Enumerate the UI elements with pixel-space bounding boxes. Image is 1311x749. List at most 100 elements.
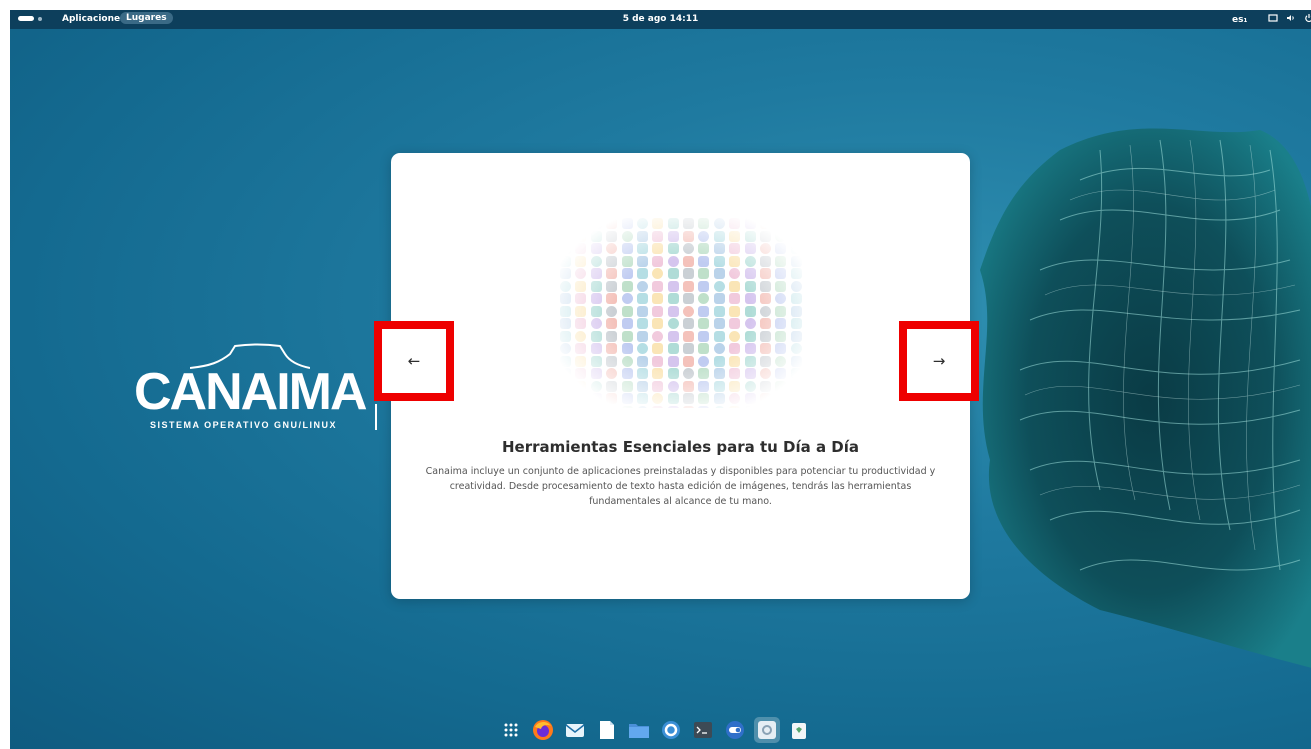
collage-app-icon — [560, 330, 571, 342]
system-menu[interactable] — [1268, 13, 1311, 23]
collage-app-icon — [606, 293, 618, 304]
dock-item-trash[interactable] — [786, 717, 812, 743]
collage-app-icon — [744, 293, 756, 304]
collage-app-icon — [560, 318, 571, 329]
collage-app-icon — [606, 405, 618, 417]
collage-app-icon — [683, 405, 694, 417]
collage-app-icon — [759, 268, 771, 279]
collage-app-icon — [636, 330, 648, 342]
dock-item-mail[interactable] — [562, 717, 588, 743]
collage-app-icon — [590, 343, 602, 354]
collage-app-icon — [744, 268, 756, 279]
collage-app-icon — [636, 230, 648, 242]
collage-app-icon — [713, 280, 725, 292]
collage-app-icon — [575, 268, 587, 279]
collage-app-icon — [790, 293, 802, 304]
collage-app-icon — [729, 218, 741, 229]
collage-app-icon — [652, 243, 664, 254]
collage-app-icon — [560, 280, 571, 292]
collage-app-icon — [667, 268, 679, 279]
dock-item-files[interactable] — [626, 717, 652, 743]
keyboard-layout-indicator[interactable]: es₁ — [1232, 15, 1247, 25]
collage-app-icon — [575, 343, 587, 354]
collage-app-icon — [790, 230, 802, 242]
collage-app-icon — [652, 355, 664, 367]
collage-app-icon — [590, 218, 602, 229]
collage-app-icon — [790, 330, 802, 342]
collage-app-icon — [667, 405, 679, 417]
collage-app-icon — [621, 243, 633, 254]
dock-item-firefox[interactable] — [530, 717, 556, 743]
screen-icon — [1268, 13, 1278, 23]
collage-app-icon — [790, 368, 802, 379]
collage-app-icon — [621, 330, 633, 342]
collage-app-icon — [790, 380, 802, 392]
collage-app-icon — [621, 355, 633, 367]
collage-app-icon — [606, 218, 618, 229]
collage-app-icon — [698, 293, 710, 304]
collage-app-icon — [590, 368, 602, 379]
collage-app-icon — [590, 405, 602, 417]
collage-app-icon — [698, 280, 710, 292]
dock-item-settings[interactable] — [754, 717, 780, 743]
collage-app-icon — [590, 293, 602, 304]
collage-app-icon — [775, 230, 787, 242]
collage-app-icon — [698, 218, 710, 229]
collage-app-icon — [790, 393, 802, 404]
collage-app-icon — [713, 268, 725, 279]
collage-app-icon — [775, 305, 787, 317]
collage-app-icon — [667, 280, 679, 292]
collage-app-icon — [683, 268, 694, 279]
collage-app-icon — [759, 280, 771, 292]
collage-app-icon — [698, 343, 710, 354]
collage-app-icon — [606, 318, 618, 329]
collage-app-icon — [560, 255, 571, 267]
collage-app-icon — [636, 393, 648, 404]
collage-app-icon — [590, 230, 602, 242]
collage-app-icon — [590, 305, 602, 317]
previous-page-button[interactable]: ← — [374, 321, 454, 401]
power-icon — [1304, 13, 1311, 23]
collage-app-icon — [652, 343, 664, 354]
dock-item-help[interactable] — [658, 717, 684, 743]
collage-app-icon — [790, 243, 802, 254]
show-apps-button[interactable] — [498, 717, 524, 743]
dock-item-text-editor[interactable] — [594, 717, 620, 743]
dock-item-toggle-app[interactable] — [722, 717, 748, 743]
desktop: Aplicaciones Lugares 5 de ago 14:11 es₁ — [10, 10, 1311, 749]
collage-app-icon — [729, 243, 741, 254]
collage-app-icon — [636, 405, 648, 417]
collage-app-icon — [636, 343, 648, 354]
collage-app-icon — [590, 318, 602, 329]
collage-app-icon — [652, 268, 664, 279]
collage-app-icon — [575, 305, 587, 317]
collage-app-icon — [667, 305, 679, 317]
collage-app-icon — [775, 268, 787, 279]
collage-app-icon — [713, 343, 725, 354]
collage-app-icon — [652, 368, 664, 379]
collage-app-icon — [652, 230, 664, 242]
dock-item-terminal[interactable] — [690, 717, 716, 743]
collage-app-icon — [560, 355, 571, 367]
collage-app-icon — [759, 305, 771, 317]
collage-app-icon — [744, 243, 756, 254]
collage-app-icon — [652, 255, 664, 267]
collage-app-icon — [744, 230, 756, 242]
collage-app-icon — [575, 330, 587, 342]
collage-app-icon — [729, 280, 741, 292]
collage-app-icon — [698, 355, 710, 367]
collage-app-icon — [713, 243, 725, 254]
collage-app-icon — [759, 368, 771, 379]
dock — [490, 715, 854, 745]
next-page-button[interactable]: → — [899, 321, 979, 401]
collage-app-icon — [590, 330, 602, 342]
mail-icon — [565, 724, 585, 737]
collage-app-icon — [667, 218, 679, 229]
collage-app-icon — [560, 393, 571, 404]
collage-app-icon — [790, 305, 802, 317]
collage-app-icon — [729, 293, 741, 304]
collage-app-icon — [590, 393, 602, 404]
collage-app-icon — [729, 330, 741, 342]
clock[interactable]: 5 de ago 14:11 — [10, 14, 1311, 24]
collage-app-icon — [744, 318, 756, 329]
